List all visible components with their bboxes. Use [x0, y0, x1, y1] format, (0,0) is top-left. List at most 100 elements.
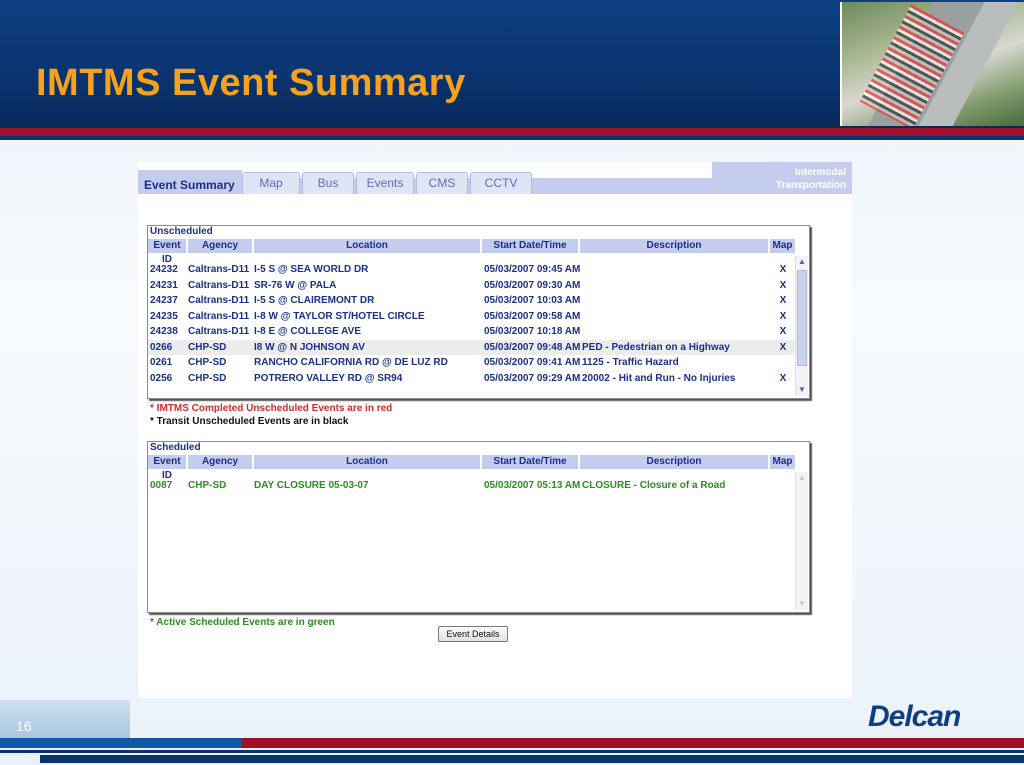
- start-datetime: 05/03/2007 09:30 AM: [484, 279, 580, 291]
- location: RANCHO CALIFORNIA RD @ DE LUZ RD: [254, 357, 448, 368]
- logo-text: Delcan: [868, 700, 961, 733]
- start-datetime: 05/03/2007 10:18 AM: [484, 326, 580, 337]
- agency: CHP-SD: [188, 341, 227, 353]
- page-number: 16: [16, 718, 32, 734]
- col-description[interactable]: Description: [580, 239, 770, 253]
- scroll-down-arrow-icon[interactable]: ▼: [796, 384, 808, 396]
- start-datetime: 05/03/2007 09:48 AM: [484, 341, 580, 353]
- agency: Caltrans-D11: [188, 326, 250, 337]
- agency: Caltrans-D11: [188, 279, 250, 291]
- map-link[interactable]: X: [772, 340, 794, 355]
- note-transit-unscheduled: * Transit Unscheduled Events are in blac…: [150, 416, 349, 427]
- footer-stripe-navy-bottom: [40, 755, 1024, 763]
- event-id: 24237: [150, 295, 178, 306]
- tab-event-summary[interactable]: Event Summary: [138, 170, 242, 194]
- scheduled-scrollbar[interactable]: ▲ ▼: [795, 472, 808, 610]
- table-row[interactable]: 24237 Caltrans-D11 I-5 S @ CLAIREMONT DR…: [148, 293, 795, 309]
- map-link[interactable]: X: [772, 262, 794, 277]
- unscheduled-table-header: Event ID Agency Location Start Date/Time…: [148, 239, 795, 265]
- freeway-photo: [840, 2, 1024, 126]
- table-row[interactable]: 24238 Caltrans-D11 I-8 E @ COLLEGE AVE 0…: [148, 324, 795, 340]
- unscheduled-scrollbar[interactable]: ▲ ▼: [795, 256, 808, 396]
- col-map[interactable]: Map: [770, 239, 795, 253]
- event-id: 0256: [150, 372, 173, 384]
- scroll-thumb[interactable]: [797, 270, 807, 366]
- system-name-line1: Intermodal Transportation: [775, 167, 846, 191]
- agency: CHP-SD: [188, 357, 227, 368]
- event-id: 24238: [150, 326, 178, 337]
- unscheduled-panel: Unscheduled Event ID Agency Location Sta…: [147, 225, 810, 399]
- imtms-app-window: Event Summary Map Bus Events CMS CCTV In…: [138, 162, 852, 698]
- start-datetime: 05/03/2007 05:13 AM: [484, 480, 580, 491]
- agency: Caltrans-D11: [188, 295, 250, 306]
- tab-events[interactable]: Events: [356, 172, 414, 194]
- table-row[interactable]: 24231 Caltrans-D11 SR-76 W @ PALA 05/03/…: [148, 278, 795, 294]
- location: I-5 S @ CLAIREMONT DR: [254, 295, 375, 306]
- scroll-down-arrow-icon[interactable]: ▼: [796, 598, 808, 610]
- scheduled-title: Scheduled: [150, 442, 201, 453]
- tab-map[interactable]: Map: [242, 172, 300, 194]
- location: I-8 E @ COLLEGE AVE: [254, 326, 361, 337]
- start-datetime: 05/03/2007 09:45 AM: [484, 264, 580, 275]
- footer-stripe-navy: [0, 750, 1024, 753]
- agency: CHP-SD: [188, 480, 227, 491]
- col-agency[interactable]: Agency: [188, 455, 254, 469]
- table-row[interactable]: 0266 CHP-SD I8 W @ N JOHNSON AV 05/03/20…: [148, 339, 795, 355]
- table-row[interactable]: 0256 CHP-SD POTRERO VALLEY RD @ SR94 05/…: [148, 371, 795, 387]
- location: I-5 S @ SEA WORLD DR: [254, 264, 369, 275]
- table-row[interactable]: 0087 CHP-SD DAY CLOSURE 05-03-07 05/03/2…: [148, 478, 795, 494]
- start-datetime: 05/03/2007 09:29 AM: [484, 372, 580, 384]
- event-id: 0087: [150, 480, 173, 491]
- col-location[interactable]: Location: [254, 455, 482, 469]
- scheduled-panel: Scheduled Event ID Agency Location Start…: [147, 441, 810, 613]
- tab-cctv[interactable]: CCTV: [470, 172, 532, 194]
- unscheduled-title: Unscheduled: [150, 226, 213, 237]
- map-link[interactable]: X: [772, 278, 794, 293]
- table-row[interactable]: 24232 Caltrans-D11 I-5 S @ SEA WORLD DR …: [148, 262, 795, 278]
- map-link[interactable]: X: [772, 371, 794, 386]
- col-event-id[interactable]: Event ID: [148, 455, 188, 481]
- start-datetime: 05/03/2007 10:03 AM: [484, 295, 580, 306]
- note-active-scheduled: * Active Scheduled Events are in green: [150, 617, 335, 628]
- scroll-up-arrow-icon[interactable]: ▲: [796, 256, 808, 268]
- map-link[interactable]: X: [772, 309, 794, 324]
- table-row[interactable]: 0261 CHP-SD RANCHO CALIFORNIA RD @ DE LU…: [148, 355, 795, 371]
- location: POTRERO VALLEY RD @ SR94: [254, 372, 403, 384]
- scheduled-table-header: Event ID Agency Location Start Date/Time…: [148, 455, 795, 481]
- agency: Caltrans-D11: [188, 264, 250, 275]
- scroll-up-arrow-icon[interactable]: ▲: [796, 472, 808, 484]
- tab-bus[interactable]: Bus: [302, 172, 354, 194]
- event-details-button[interactable]: Event Details: [438, 626, 508, 642]
- table-row[interactable]: 24235 Caltrans-D11 I-8 W @ TAYLOR ST/HOT…: [148, 309, 795, 325]
- col-description[interactable]: Description: [580, 455, 770, 469]
- footer-stripe-blue: [0, 738, 242, 748]
- delcan-logo: Delcan: [868, 700, 961, 734]
- tab-bar: Event Summary Map Bus Events CMS CCTV In…: [138, 162, 852, 204]
- system-name-line2: Management System: [746, 193, 846, 204]
- event-id: 24235: [150, 310, 178, 322]
- agency: CHP-SD: [188, 372, 227, 384]
- event-id: 0261: [150, 357, 173, 368]
- col-event-id[interactable]: Event ID: [148, 239, 188, 265]
- start-datetime: 05/03/2007 09:58 AM: [484, 310, 580, 322]
- col-location[interactable]: Location: [254, 239, 482, 253]
- map-link[interactable]: X: [772, 324, 794, 339]
- col-agency[interactable]: Agency: [188, 239, 254, 253]
- col-start-datetime[interactable]: Start Date/Time: [482, 239, 580, 253]
- note-completed-unscheduled: * IMTMS Completed Unscheduled Events are…: [150, 403, 393, 414]
- location: SR-76 W @ PALA: [254, 279, 337, 291]
- location: I-8 W @ TAYLOR ST/HOTEL CIRCLE: [254, 310, 425, 322]
- description: CLOSURE - Closure of a Road: [582, 480, 726, 491]
- map-link[interactable]: X: [772, 293, 794, 308]
- slide-title: IMTMS Event Summary: [36, 62, 466, 104]
- location: I8 W @ N JOHNSON AV: [254, 341, 365, 353]
- location: DAY CLOSURE 05-03-07: [254, 480, 369, 491]
- description: 20002 - Hit and Run - No Injuries: [582, 372, 736, 384]
- col-start-datetime[interactable]: Start Date/Time: [482, 455, 580, 469]
- start-datetime: 05/03/2007 09:41 AM: [484, 357, 580, 368]
- system-name: Intermodal Transportation Management Sys…: [726, 166, 846, 205]
- tab-cms[interactable]: CMS: [416, 172, 468, 194]
- agency: Caltrans-D11: [188, 310, 250, 322]
- description: PED - Pedestrian on a Highway: [582, 341, 730, 353]
- col-map[interactable]: Map: [770, 455, 795, 469]
